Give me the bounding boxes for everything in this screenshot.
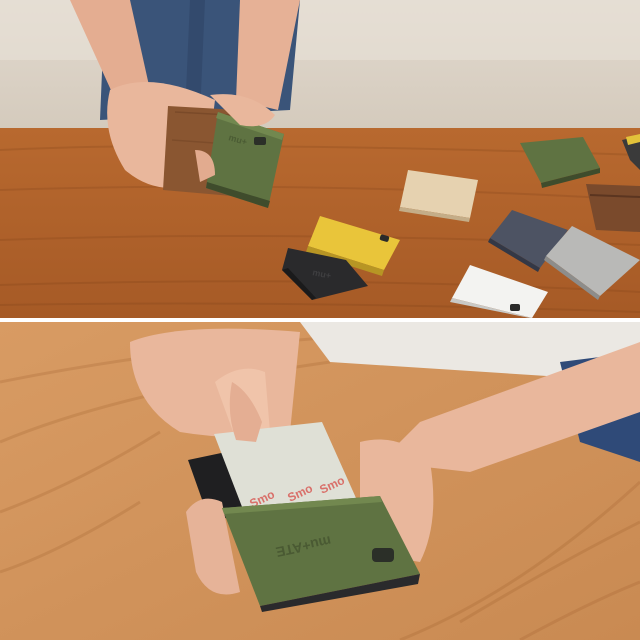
camera-hole <box>254 137 266 145</box>
bottom-scene: Smo Smo Smo mu+ATE <box>0 322 640 640</box>
bottom-photo-panel: Smo Smo Smo mu+ATE <box>0 322 640 640</box>
product-photo: mu+ mu+ Smo Smo Smo mu+ATE <box>0 0 640 640</box>
top-photo-panel: mu+ mu+ <box>0 0 640 318</box>
top-scene: mu+ mu+ <box>0 0 640 318</box>
camera-hole-closeup <box>372 548 394 562</box>
